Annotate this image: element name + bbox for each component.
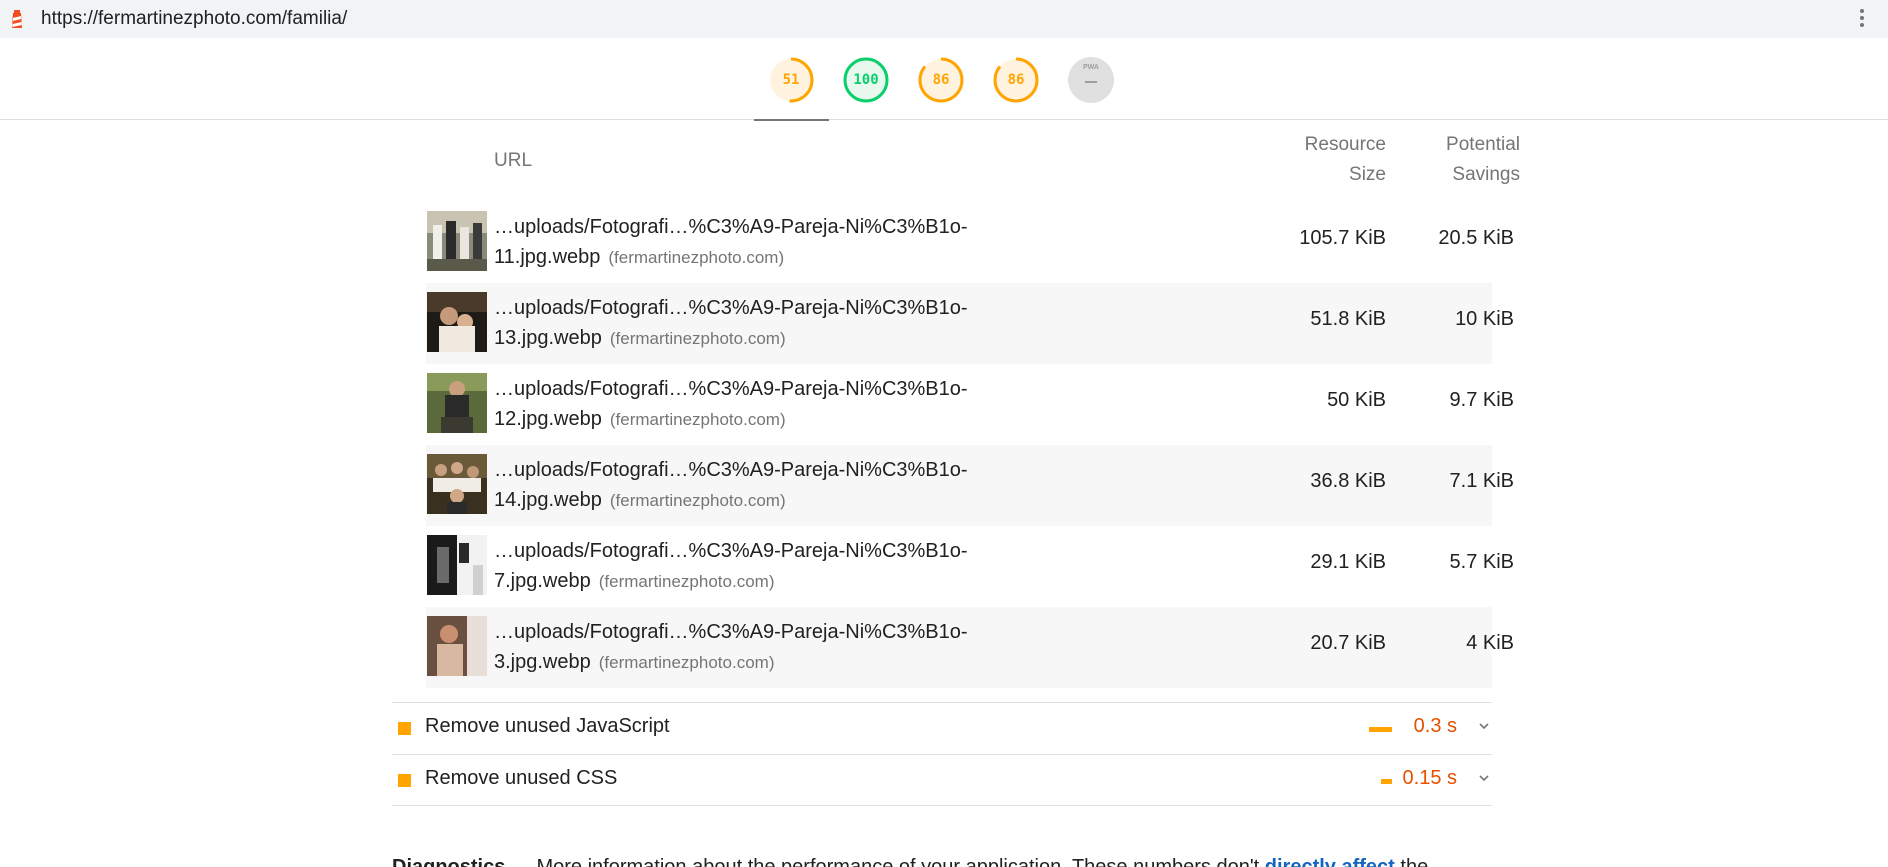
col-header-potential-savings: Potential Savings <box>1398 130 1520 190</box>
col-header-size-line1: Resource <box>1304 134 1386 155</box>
accessibility-score: 100 <box>853 72 879 88</box>
resource-size: 36.8 KiB <box>1310 470 1386 492</box>
active-gauge-underline <box>754 119 829 121</box>
best-practices-gauge[interactable]: 86 <box>918 57 964 103</box>
diagnostics-tail: the <box>1394 856 1429 867</box>
resource-url[interactable]: …uploads/Fotografi…%C3%A9-Pareja-Ni%C3%B… <box>494 617 1054 678</box>
seo-score: 86 <box>1007 72 1025 88</box>
col-header-savings-line1: Potential <box>1446 134 1520 155</box>
audit-remove-unused-javascript[interactable]: Remove unused JavaScript 0.3 s <box>392 702 1492 754</box>
audit-title: Remove unused JavaScript <box>425 715 670 737</box>
url-path-line2: 3.jpg.webp <box>494 651 591 673</box>
url-path-line2: 14.jpg.webp <box>494 489 602 511</box>
col-header-url: URL <box>494 150 533 171</box>
url-path-line1: …uploads/Fotografi…%C3%A9-Pareja-Ni%C3%B… <box>494 621 968 643</box>
kebab-menu-icon[interactable] <box>1852 7 1872 31</box>
url-path-line1: …uploads/Fotografi…%C3%A9-Pareja-Ni%C3%B… <box>494 216 968 238</box>
potential-savings: 5.7 KiB <box>1449 551 1514 573</box>
url-path-line2: 11.jpg.webp <box>494 246 601 268</box>
url-host: (fermartinezphoto.com) <box>609 410 786 429</box>
url-path-line1: …uploads/Fotografi…%C3%A9-Pareja-Ni%C3%B… <box>494 378 968 400</box>
chevron-down-icon[interactable] <box>1477 771 1491 785</box>
table-row[interactable]: …uploads/Fotografi…%C3%A9-Pareja-Ni%C3%B… <box>426 202 1514 283</box>
url-host: (fermartinezphoto.com) <box>608 248 785 267</box>
resource-url[interactable]: …uploads/Fotografi…%C3%A9-Pareja-Ni%C3%B… <box>494 455 1054 516</box>
thumbnail-image <box>427 616 487 676</box>
pwa-badge-label: PWA <box>1083 64 1099 71</box>
resource-size: 50 KiB <box>1327 389 1386 411</box>
url-host: (fermartinezphoto.com) <box>609 491 786 510</box>
table-row[interactable]: …uploads/Fotografi…%C3%A9-Pareja-Ni%C3%B… <box>426 364 1514 445</box>
pwa-gauge[interactable]: PWA <box>1068 57 1114 103</box>
resource-url[interactable]: …uploads/Fotografi…%C3%A9-Pareja-Ni%C3%B… <box>494 212 1054 273</box>
thumbnail-image <box>427 211 487 271</box>
col-header-size-line2: Size <box>1349 164 1386 185</box>
col-header-resource-size: Resource Size <box>1256 130 1386 190</box>
potential-savings: 7.1 KiB <box>1449 470 1514 492</box>
audit-savings-value: 0.15 s <box>1402 767 1457 789</box>
thumbnail-image <box>427 373 487 433</box>
col-header-savings-line2: Savings <box>1452 164 1520 185</box>
table-row[interactable]: …uploads/Fotografi…%C3%A9-Pareja-Ni%C3%B… <box>426 607 1514 688</box>
accessibility-gauge[interactable]: 100 <box>843 57 889 103</box>
audit-title: Remove unused CSS <box>425 767 618 789</box>
savings-bar <box>1369 727 1392 732</box>
divider <box>392 805 1492 806</box>
directly-affect-link[interactable]: directly affect <box>1265 856 1395 867</box>
diagnostics-intro: Diagnostics — More information about the… <box>392 856 1492 867</box>
audit-savings-value: 0.3 s <box>1413 715 1457 737</box>
performance-score: 51 <box>782 72 800 88</box>
url-bar: https://fermartinezphoto.com/familia/ <box>0 0 1888 38</box>
potential-savings: 10 KiB <box>1455 308 1514 330</box>
pwa-dash-icon <box>1085 81 1097 83</box>
chevron-down-icon[interactable] <box>1477 719 1491 733</box>
table-row[interactable]: …uploads/Fotografi…%C3%A9-Pareja-Ni%C3%B… <box>426 283 1514 364</box>
performance-gauge[interactable]: 51 <box>768 57 814 103</box>
resource-url[interactable]: …uploads/Fotografi…%C3%A9-Pareja-Ni%C3%B… <box>494 293 1054 354</box>
warning-square-icon <box>398 774 411 787</box>
resource-url[interactable]: …uploads/Fotografi…%C3%A9-Pareja-Ni%C3%B… <box>494 374 1054 435</box>
url-path-line1: …uploads/Fotografi…%C3%A9-Pareja-Ni%C3%B… <box>494 540 968 562</box>
url-path-line2: 12.jpg.webp <box>494 408 602 430</box>
potential-savings: 9.7 KiB <box>1449 389 1514 411</box>
thumbnail-image <box>427 454 487 514</box>
diagnostics-text: — More information about the performance… <box>505 856 1265 867</box>
url-path-line2: 13.jpg.webp <box>494 327 602 349</box>
potential-savings: 4 KiB <box>1466 632 1514 654</box>
best-practices-score: 86 <box>932 72 950 88</box>
category-gauges: 51 100 86 86 PWA <box>0 38 1888 121</box>
page-url: https://fermartinezphoto.com/familia/ <box>41 8 348 29</box>
url-host: (fermartinezphoto.com) <box>609 329 786 348</box>
url-path-line1: …uploads/Fotografi…%C3%A9-Pareja-Ni%C3%B… <box>494 297 968 319</box>
table-row[interactable]: …uploads/Fotografi…%C3%A9-Pareja-Ni%C3%B… <box>426 526 1514 607</box>
potential-savings: 20.5 KiB <box>1438 227 1514 249</box>
url-path-line2: 7.jpg.webp <box>494 570 591 592</box>
lighthouse-icon <box>12 10 22 28</box>
thumbnail-image <box>427 535 487 595</box>
seo-gauge[interactable]: 86 <box>993 57 1039 103</box>
resource-size: 29.1 KiB <box>1310 551 1386 573</box>
url-path-line1: …uploads/Fotografi…%C3%A9-Pareja-Ni%C3%B… <box>494 459 968 481</box>
resource-size: 20.7 KiB <box>1310 632 1386 654</box>
table-row[interactable]: …uploads/Fotografi…%C3%A9-Pareja-Ni%C3%B… <box>426 445 1514 526</box>
url-host: (fermartinezphoto.com) <box>598 653 775 672</box>
savings-bar <box>1381 779 1392 784</box>
warning-square-icon <box>398 722 411 735</box>
resource-size: 51.8 KiB <box>1310 308 1386 330</box>
url-host: (fermartinezphoto.com) <box>598 572 775 591</box>
audit-remove-unused-css[interactable]: Remove unused CSS 0.15 s <box>392 754 1492 806</box>
resource-url[interactable]: …uploads/Fotografi…%C3%A9-Pareja-Ni%C3%B… <box>494 536 1054 597</box>
thumbnail-image <box>427 292 487 352</box>
diagnostics-heading: Diagnostics <box>392 856 506 867</box>
resource-size: 105.7 KiB <box>1299 227 1386 249</box>
